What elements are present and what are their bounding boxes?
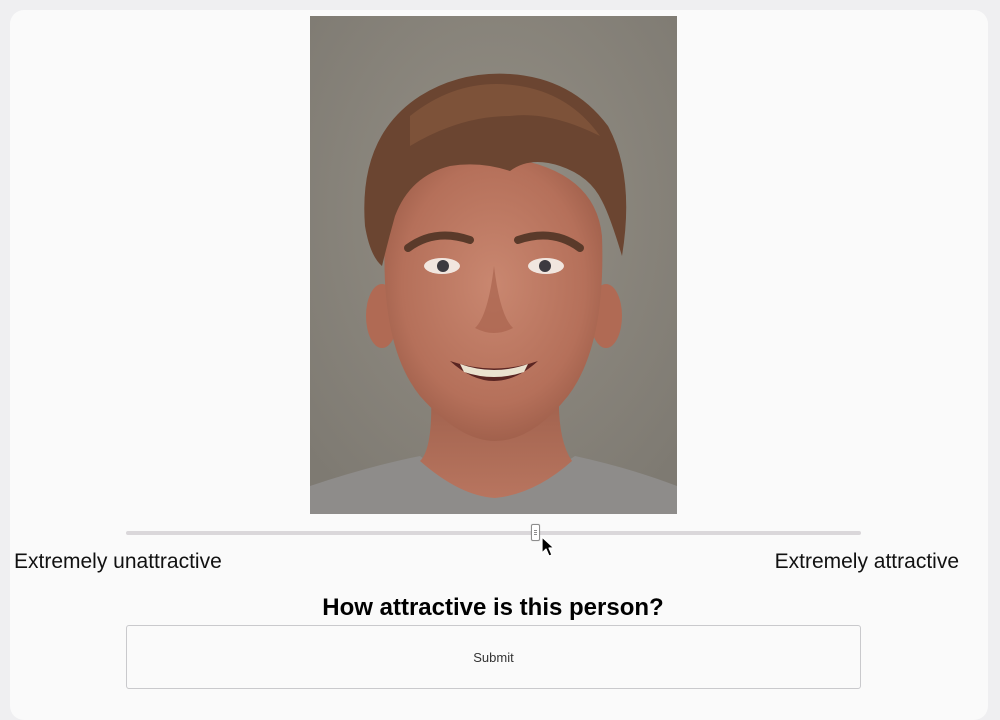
survey-page: Extremely unattractive Extremely attract…	[0, 0, 1000, 720]
slider-track[interactable]	[126, 531, 861, 535]
face-photo	[310, 16, 677, 514]
scale-max-label: Extremely attractive	[774, 550, 959, 573]
slider-thumb[interactable]	[530, 524, 540, 541]
attractiveness-slider[interactable]	[126, 522, 861, 544]
submit-button[interactable]: Submit	[126, 625, 861, 689]
scale-min-label: Extremely unattractive	[14, 550, 222, 573]
question-text: How attractive is this person?	[322, 594, 664, 621]
